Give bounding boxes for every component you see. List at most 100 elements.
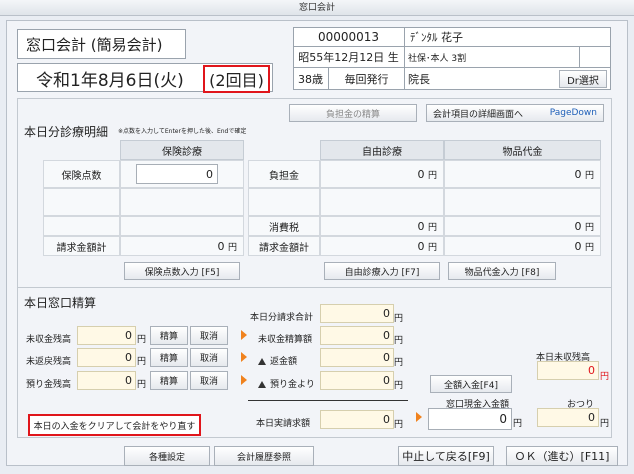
row-blank-left-4 [120,216,244,236]
visit-count: (2回目) [203,65,270,93]
row-bill-label-left: 請求金額計 [43,236,120,256]
triangle-icon [258,381,266,388]
settings-button[interactable]: 各種設定 [124,446,210,466]
mode-title: 窓口会計 (簡易会計) [17,29,186,59]
goods-tax-value: 0 円 [444,216,601,236]
yen-unit: 円 [394,381,404,391]
from-deposit-label: 預り金より [270,380,315,390]
yen-unit: 円 [600,419,610,429]
cash-input[interactable]: 0 [428,408,512,430]
goods-burden-number: 0 [574,167,582,181]
row-blank-left-2 [120,188,244,216]
unrefunded-balance-field: 0 [77,348,136,367]
history-button[interactable]: 会計履歴参照 [214,446,314,466]
actual-bill-field: 0 [320,410,394,429]
today-bill-field: 0 [320,304,394,323]
arrow-right-icon [416,412,422,422]
row-burden-label: 負担金 [248,160,320,188]
refund-label-wrap: 返金額 [258,354,297,367]
row-deposit-label: 預り金残高 [26,380,72,390]
row-bill-label-right: 請求金額計 [248,236,320,256]
department: 院長 [408,73,430,86]
settlement-title: 本日窓口精算 [24,296,97,310]
self-burden-value: 0 円 [320,160,444,188]
col-goods: 物品代金 [444,140,601,160]
self-burden-number: 0 [417,167,425,181]
yen-unit: 円 [427,242,437,253]
dr-select-button[interactable]: Dr選択 [559,70,607,88]
patient-age: 38歳 [293,68,329,90]
unrefunded-cancel-button[interactable]: 取消 [190,348,228,367]
arrow-right-icon [241,375,247,385]
patient-name: ﾃﾞﾝﾀﾙ 花子 [405,27,611,47]
yen-unit: 円 [394,358,404,368]
yen-unit: 円 [427,170,437,181]
insurance-type: 社保･本人 3割 [405,47,580,68]
birth-date: 昭55年12月12日 生 [293,47,405,68]
ok-button[interactable]: ＯＫ（進む）[F11] [506,446,618,466]
yen-unit: 円 [394,420,404,430]
yen-unit: 円 [513,419,523,429]
self-bill-number: 0 [417,239,425,253]
uncollected-settle-button[interactable]: 精算 [150,326,188,345]
col-insurance: 保険診療 [120,140,244,160]
arrow-right-icon [241,352,247,362]
yen-unit: 円 [584,170,594,181]
window-title: 窓口会計 [0,0,634,16]
yen-unit: 円 [427,222,437,233]
arrow-right-icon [241,330,247,340]
self-input-button[interactable]: 自由診療入力 [F7] [324,262,440,280]
yen-unit: 円 [584,242,594,253]
points-input-button[interactable]: 保険点数入力 [F5] [124,262,240,280]
yen-unit: 円 [227,242,237,253]
refund-label: 返金額 [270,357,298,367]
deposit-cancel-button[interactable]: 取消 [190,371,228,390]
actual-bill-label: 本日実請求額 [256,419,311,429]
uncollected-cancel-button[interactable]: 取消 [190,326,228,345]
goods-bill-value: 0 円 [444,236,601,256]
yen-unit: 円 [600,372,610,382]
row-tax-label: 消費税 [248,216,320,236]
from-deposit-field: 0 [320,371,394,390]
change-field: 0 [537,408,599,427]
row-blank-right-2 [320,188,444,216]
insurance-extra [580,47,611,68]
unrefunded-settle-button[interactable]: 精算 [150,348,188,367]
row-blank-left-3 [43,216,120,236]
detail-screen-button[interactable]: 会計項目の詳細画面へ PageDown [426,104,604,122]
deposit-settle-button[interactable]: 精算 [150,371,188,390]
uncollected-settle-label: 未収金精算額 [258,335,313,345]
clear-payment-button[interactable]: 本日の入金をクリアして会計をやり直す [28,414,201,436]
self-tax-number: 0 [417,219,425,233]
refund-field: 0 [320,348,394,367]
self-bill-value: 0 円 [320,236,444,256]
pagedown-label: PageDown [549,108,597,118]
today-bill-label: 本日分請求合計 [250,313,314,323]
yen-unit: 円 [394,314,404,324]
goods-tax-number: 0 [574,219,582,233]
goods-burden-value: 0 円 [444,160,601,188]
goods-input-button[interactable]: 物品代金入力 [F8] [448,262,556,280]
self-tax-value: 0 円 [320,216,444,236]
yen-unit: 円 [584,222,594,233]
issue-type: 毎回発行 [329,68,405,90]
yen-unit: 円 [137,335,147,345]
row-blank-right-3 [444,188,601,216]
col-self: 自由診療 [320,140,444,160]
detail-screen-label: 会計項目の詳細画面へ [433,109,524,120]
cancel-back-button[interactable]: 中止して戻る[F9] [398,446,494,466]
full-payment-button[interactable]: 全額入金[F4] [430,375,512,393]
patient-id: 00000013 [293,27,405,47]
bill-left-number: 0 [217,239,225,253]
triangle-icon [258,358,266,365]
bill-left-value: 0 円 [120,236,244,256]
unpaid-field: 0 [537,361,599,380]
uncollected-balance-field: 0 [77,326,136,345]
yen-unit: 円 [394,336,404,346]
date-text: 令和1年8月6日(火) [36,71,184,91]
points-input[interactable]: 0 [136,164,218,184]
statement-note: ※点数を入力してEnterを押した後、Endで確定 [118,128,247,135]
uncollected-settle-field: 0 [320,326,394,345]
yen-unit: 円 [137,380,147,390]
burden-calc-button[interactable]: 負担金の精算 [289,104,417,122]
